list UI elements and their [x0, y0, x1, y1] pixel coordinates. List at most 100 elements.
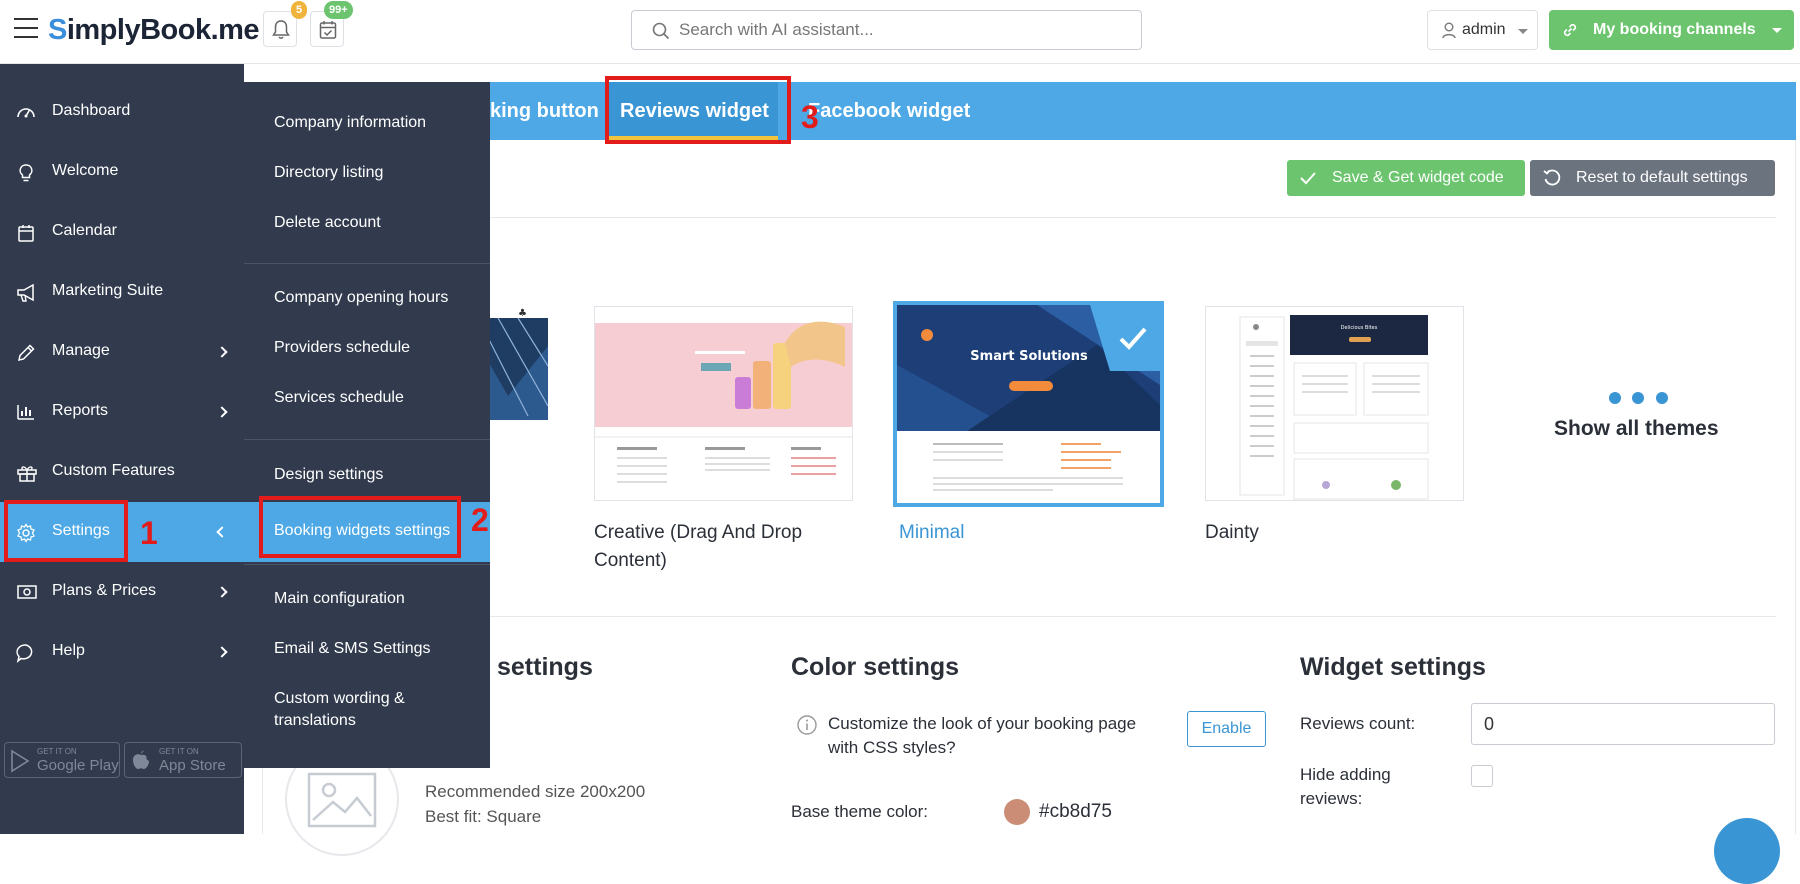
chevron-right-icon — [216, 346, 228, 358]
google-play-badge[interactable]: GET IT ON Google Play — [4, 742, 120, 778]
notifications-button[interactable]: 5 — [263, 1, 308, 47]
lightbulb-icon — [19, 164, 33, 182]
annotation-box-reviews-widget — [605, 76, 791, 144]
sidebar-item-manage[interactable]: Manage — [0, 322, 244, 382]
chevron-right-icon — [216, 406, 228, 418]
annotation-box-booking-widgets — [259, 496, 461, 558]
theme-preview-image — [595, 307, 852, 500]
svg-text:♣: ♣ — [518, 308, 527, 319]
bookings-badge: 99+ — [324, 1, 353, 19]
notifications-badge: 5 — [291, 1, 308, 19]
annotation-number-2: 2 — [471, 502, 489, 538]
chevron-left-icon — [216, 526, 228, 538]
theme-card-dainty[interactable]: Delicious Bites — [1205, 306, 1464, 501]
apple-icon — [133, 750, 149, 769]
booking-channels-label: My booking channels — [1593, 21, 1756, 38]
search-input[interactable] — [679, 17, 1119, 43]
sidebar-item-welcome[interactable]: Welcome — [0, 142, 244, 202]
theme-card-creative[interactable] — [594, 306, 853, 501]
bar-chart-icon — [17, 405, 34, 420]
sidebar: Dashboard Welcome Calendar Marketing Sui… — [0, 64, 244, 834]
hide-adding-reviews-label: Hide adding reviews: — [1300, 765, 1391, 808]
submenu-item-main-configuration[interactable]: Main configuration — [244, 580, 490, 620]
submenu-item-custom-wording[interactable]: Custom wording & translations — [244, 680, 490, 732]
submenu-item-providers-schedule[interactable]: Providers schedule — [244, 329, 490, 369]
image-recommended-size: Recommended size 200x200 — [425, 782, 646, 801]
sidebar-item-dashboard[interactable]: Dashboard — [0, 82, 244, 142]
dashboard-icon — [17, 108, 35, 118]
theme-card-minimal[interactable]: Smart Solutions — [893, 301, 1164, 507]
app-store-badge[interactable]: GET IT ON App Store — [124, 742, 242, 778]
chevron-right-icon — [216, 586, 228, 598]
booking-channels-button[interactable]: My booking channels — [1549, 10, 1794, 50]
submenu-divider — [244, 439, 490, 440]
bell-icon — [272, 20, 290, 39]
chevron-right-icon — [216, 646, 228, 658]
theme-name-minimal[interactable]: Minimal — [899, 519, 964, 547]
submenu-item-services-schedule[interactable]: Services schedule — [244, 379, 490, 419]
theme-preview-image: Smart Solutions — [897, 305, 1160, 503]
base-color-swatch[interactable] — [1004, 799, 1030, 825]
submenu-item-design-settings[interactable]: Design settings — [244, 456, 490, 496]
chat-icon — [16, 644, 33, 663]
annotation-box-settings — [4, 500, 128, 562]
image-settings-title: settings — [497, 653, 593, 681]
save-get-code-button[interactable]: Save & Get widget code — [1287, 160, 1525, 196]
sidebar-item-reports[interactable]: Reports — [0, 382, 244, 442]
reviews-count-label: Reviews count: — [1300, 714, 1416, 733]
css-customize-text: Customize the look of your booking page … — [828, 714, 1137, 757]
annotation-number-1: 1 — [140, 515, 158, 551]
sidebar-item-plans-prices[interactable]: Plans & Prices — [0, 562, 244, 622]
submenu-divider — [244, 263, 490, 264]
settings-submenu: Company information Directory listing De… — [244, 82, 490, 768]
submenu-item-company-information[interactable]: Company information — [244, 104, 490, 144]
theme-name-creative[interactable]: Creative (Drag And Drop Content) — [594, 519, 802, 575]
sidebar-item-marketing-suite[interactable]: Marketing Suite — [0, 262, 244, 322]
hamburger-menu-icon[interactable] — [14, 18, 38, 38]
caret-down-icon — [1518, 29, 1528, 34]
gift-icon — [17, 466, 37, 482]
play-icon — [11, 749, 30, 773]
tab-booking-button[interactable]: king button — [490, 82, 610, 140]
dainty-preview-title: Delicious Bites — [1341, 325, 1378, 331]
enable-css-button[interactable]: Enable — [1187, 711, 1266, 747]
image-best-fit: Best fit: Square — [425, 807, 542, 826]
submenu-item-delete-account[interactable]: Delete account — [244, 204, 490, 244]
bookings-button[interactable]: 99+ — [310, 1, 353, 47]
reviews-count-input[interactable] — [1471, 703, 1775, 745]
sidebar-item-custom-features[interactable]: Custom Features — [0, 442, 244, 502]
submenu-item-company-opening-hours[interactable]: Company opening hours — [244, 279, 490, 319]
color-settings-title: Color settings — [791, 653, 960, 681]
pencil-icon — [18, 344, 35, 361]
show-all-themes-link[interactable]: Show all themes — [1554, 417, 1719, 441]
tab-facebook-widget[interactable]: Facebook widget — [808, 82, 988, 140]
submenu-item-email-sms-settings[interactable]: Email & SMS Settings — [244, 630, 490, 670]
sidebar-item-help[interactable]: Help — [0, 622, 244, 682]
calendar-check-icon — [319, 21, 337, 39]
minimal-preview-title: Smart Solutions — [970, 349, 1088, 364]
undo-icon — [1543, 169, 1561, 186]
user-menu-button[interactable]: admin — [1427, 10, 1538, 50]
caret-down-icon — [1772, 28, 1782, 33]
submenu-divider — [244, 564, 490, 565]
top-bar: SimplyBook.me 5 99+ admin My booking cha… — [0, 0, 1800, 64]
sidebar-item-calendar[interactable]: Calendar — [0, 202, 244, 262]
base-color-value[interactable]: #cb8d75 — [1039, 800, 1112, 824]
image-placeholder-icon — [307, 772, 377, 828]
check-icon — [1300, 172, 1316, 185]
megaphone-icon — [17, 283, 34, 302]
widget-settings-title: Widget settings — [1300, 653, 1486, 681]
submenu-item-directory-listing[interactable]: Directory listing — [244, 154, 490, 194]
live-chat-button[interactable] — [1714, 818, 1780, 884]
hide-adding-reviews-checkbox[interactable] — [1471, 765, 1493, 787]
link-icon — [1563, 23, 1577, 37]
base-theme-color-label: Base theme color: — [791, 802, 929, 821]
user-icon — [1442, 22, 1456, 39]
money-icon — [17, 585, 37, 599]
reset-default-button[interactable]: Reset to default settings — [1530, 160, 1775, 196]
ai-search-box[interactable] — [631, 10, 1142, 50]
annotation-number-3: 3 — [801, 99, 819, 135]
info-icon — [797, 715, 817, 735]
logo[interactable]: SimplyBook.me — [48, 14, 260, 47]
theme-name-dainty[interactable]: Dainty — [1205, 519, 1259, 547]
